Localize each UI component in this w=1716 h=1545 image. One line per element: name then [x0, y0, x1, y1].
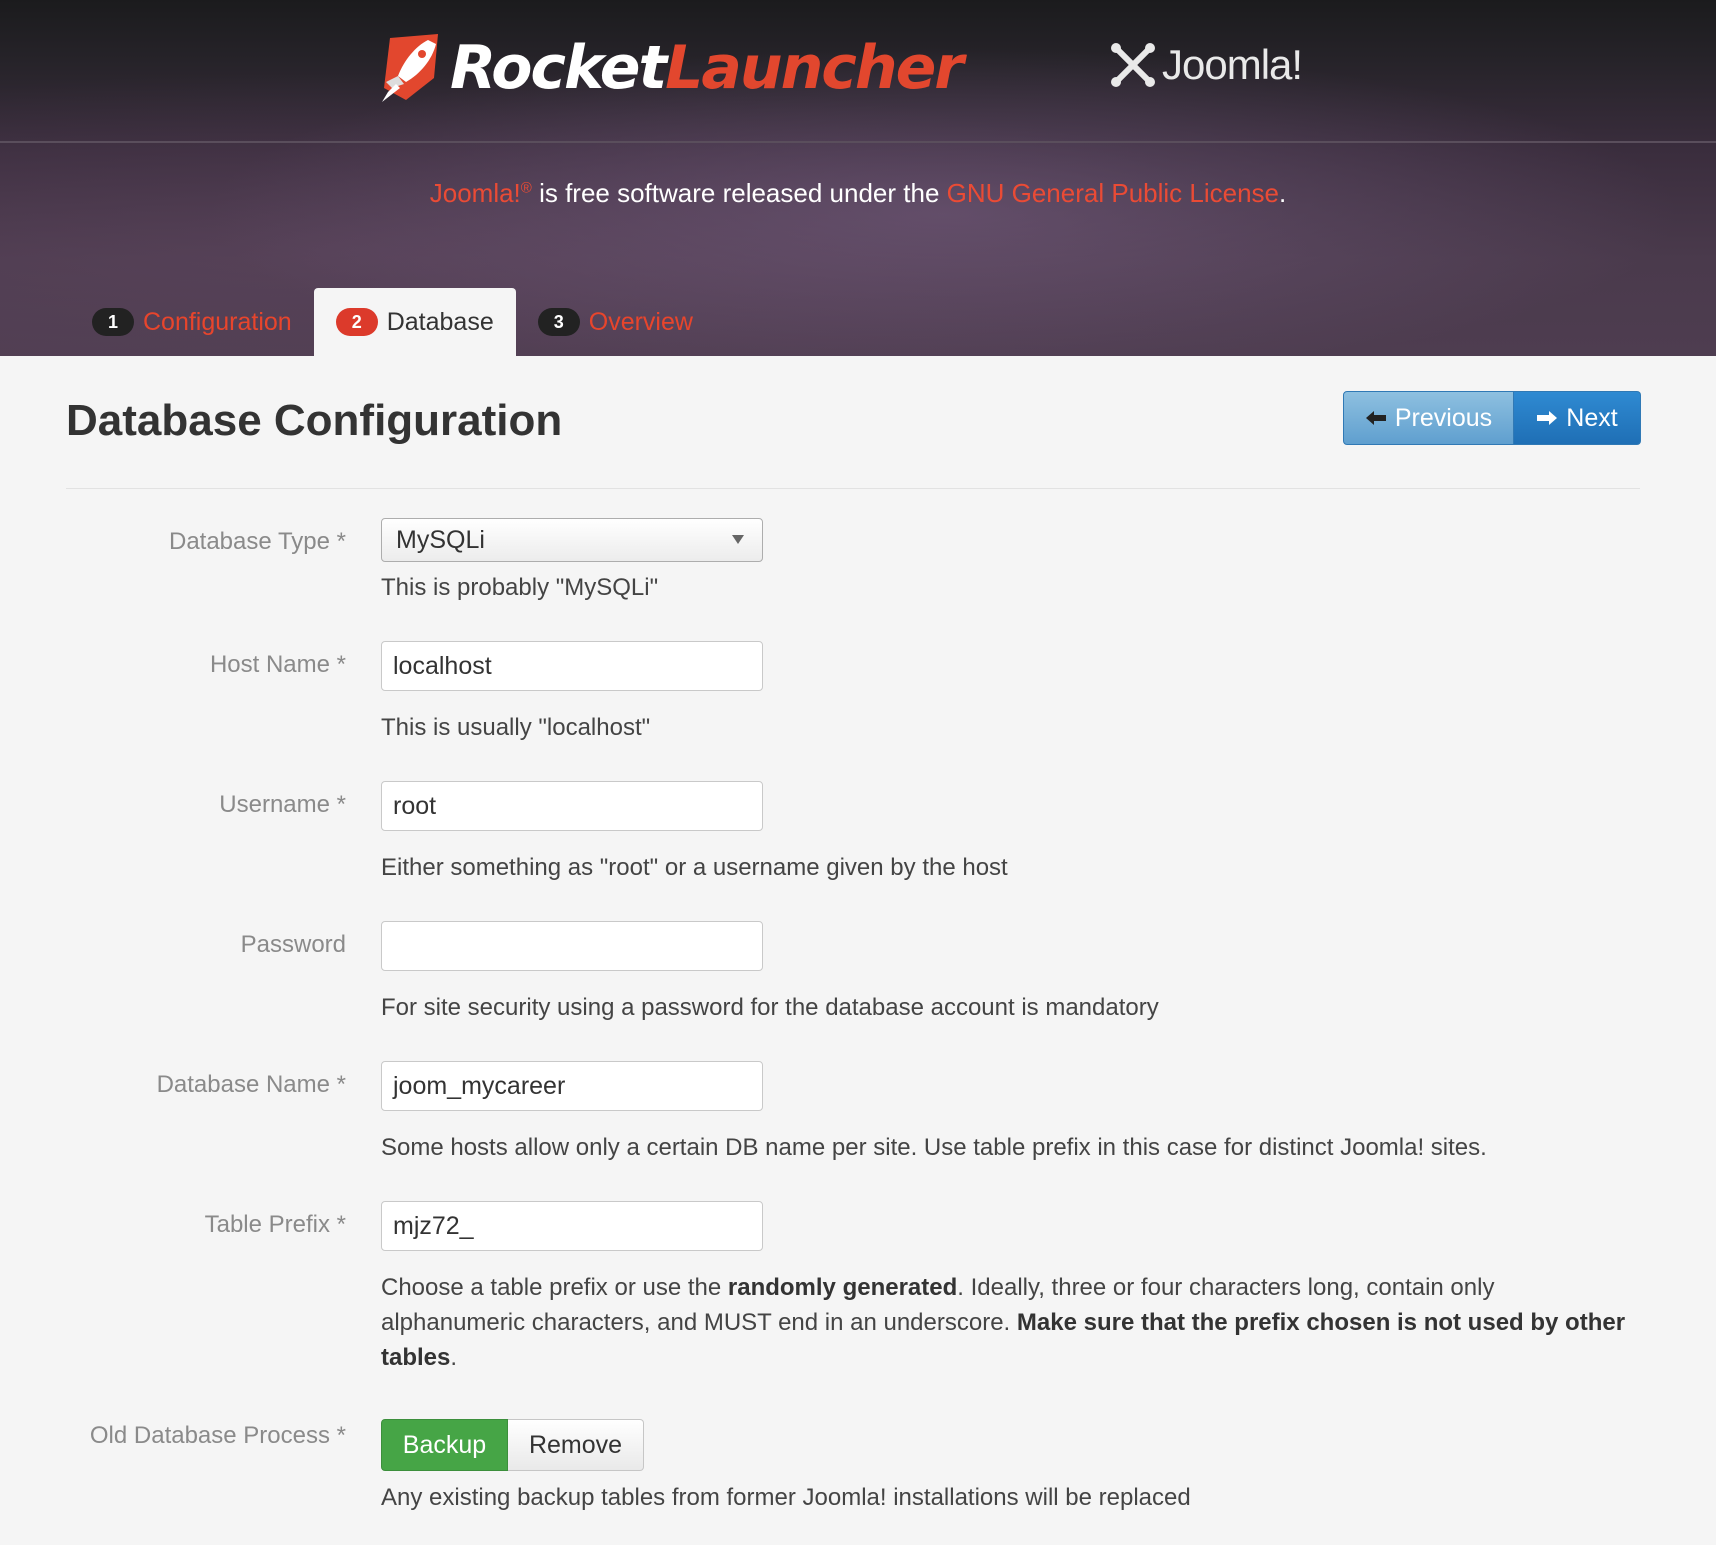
- tab-database[interactable]: 2 Database: [313, 288, 516, 356]
- database-type-help: This is probably "MySQLi": [381, 574, 659, 601]
- arrow-right-icon: [1537, 411, 1558, 425]
- wizard-nav-buttons: Previous Next: [1343, 391, 1641, 445]
- next-button[interactable]: Next: [1514, 391, 1641, 445]
- previous-button[interactable]: Previous: [1343, 391, 1514, 445]
- table-prefix-help: Choose a table prefix or use the randoml…: [381, 1270, 1641, 1375]
- table-prefix-input[interactable]: mjz72_: [381, 1201, 763, 1251]
- host-name-label: Host Name *: [209, 651, 346, 678]
- prefix-help-text-1: Choose a table prefix or use the: [381, 1274, 728, 1301]
- tab-configuration[interactable]: 1 Configuration: [70, 288, 314, 356]
- joomla-icon: [1111, 43, 1155, 87]
- rocketlauncher-logo: RocketLauncher: [376, 28, 964, 108]
- gpl-link[interactable]: GNU General Public License: [947, 178, 1279, 208]
- joomla-link[interactable]: Joomla!: [430, 178, 521, 208]
- password-help: For site security using a password for t…: [381, 994, 1159, 1021]
- previous-label: Previous: [1394, 403, 1493, 432]
- remove-button[interactable]: Remove: [508, 1419, 644, 1471]
- tab-number-badge: 3: [537, 308, 580, 336]
- host-name-input[interactable]: localhost: [381, 641, 763, 691]
- tab-label: Database: [386, 307, 494, 336]
- old-db-process-toggle: Backup Remove: [381, 1419, 644, 1471]
- header-banner: RocketLauncher Joomla! Joomla!® is free …: [0, 0, 1716, 356]
- chevron-down-icon: [732, 535, 744, 544]
- rocket-icon: [382, 34, 438, 102]
- prefix-help-text-3: .: [450, 1344, 458, 1371]
- wizard-tabs: 1 Configuration 2 Database 3 Overview: [70, 288, 715, 356]
- password-input[interactable]: [381, 921, 763, 971]
- logo-rocket-text: Rocket: [450, 33, 667, 103]
- backup-button[interactable]: Backup: [381, 1419, 508, 1471]
- license-notice: Joomla!® is free software released under…: [0, 178, 1716, 209]
- license-text: is free software released under the: [531, 178, 947, 208]
- table-prefix-label: Table Prefix *: [204, 1211, 346, 1238]
- tab-label: Configuration: [143, 307, 292, 336]
- prefix-help-bold-1: randomly generated: [727, 1274, 958, 1301]
- tab-overview[interactable]: 3 Overview: [516, 288, 715, 356]
- logo-launcher-text: Launcher: [665, 33, 964, 103]
- database-name-label: Database Name *: [156, 1071, 346, 1098]
- database-name-input[interactable]: joom_mycareer: [381, 1061, 763, 1111]
- title-divider: [66, 488, 1640, 489]
- host-name-help: This is usually "localhost": [381, 714, 651, 741]
- next-label: Next: [1566, 403, 1618, 432]
- license-period: .: [1279, 178, 1287, 208]
- joomla-logo: Joomla!: [1108, 40, 1303, 90]
- username-input[interactable]: root: [381, 781, 763, 831]
- username-help: Either something as "root" or a username…: [381, 854, 1008, 881]
- page-title: Database Configuration: [66, 396, 563, 445]
- arrow-left-icon: [1365, 411, 1386, 425]
- tab-number-badge: 2: [335, 308, 378, 336]
- database-type-select[interactable]: MySQLi: [381, 518, 763, 562]
- database-name-help: Some hosts allow only a certain DB name …: [381, 1134, 1487, 1161]
- tab-number-badge: 1: [92, 308, 134, 336]
- database-type-value: MySQLi: [396, 526, 485, 554]
- joomla-logo-text: Joomla!: [1162, 41, 1303, 88]
- old-db-process-help: Any existing backup tables from former J…: [381, 1484, 1191, 1511]
- header-divider: [0, 141, 1716, 143]
- password-label: Password: [240, 931, 346, 958]
- registered-mark: ®: [520, 179, 532, 197]
- database-type-label: Database Type *: [168, 528, 346, 555]
- old-db-process-label: Old Database Process *: [89, 1422, 346, 1449]
- username-label: Username *: [219, 791, 346, 818]
- tab-label: Overview: [588, 307, 693, 336]
